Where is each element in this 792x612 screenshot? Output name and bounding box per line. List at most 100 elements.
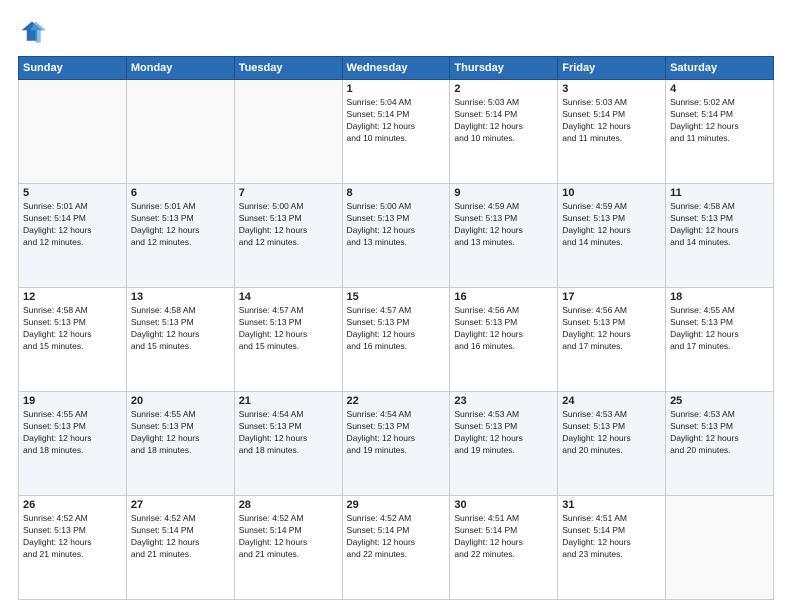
day-number: 16 bbox=[454, 291, 553, 303]
day-number: 13 bbox=[131, 291, 230, 303]
day-cell: 5 Sunrise: 5:01 AM Sunset: 5:14 PM Daylig… bbox=[19, 184, 127, 288]
day-cell: 15Sunrise: 4:57 AM Sunset: 5:13 PM Dayli… bbox=[342, 288, 450, 392]
day-info: Sunrise: 4:51 AM Sunset: 5:14 PM Dayligh… bbox=[562, 513, 661, 561]
day-info: Sunrise: 4:52 AM Sunset: 5:14 PM Dayligh… bbox=[347, 513, 446, 561]
day-number: 30 bbox=[454, 499, 553, 511]
day-cell: 25Sunrise: 4:53 AM Sunset: 5:13 PM Dayli… bbox=[666, 392, 774, 496]
day-info: Sunrise: 4:57 AM Sunset: 5:13 PM Dayligh… bbox=[347, 305, 446, 353]
day-number: 26 bbox=[23, 499, 122, 511]
day-number: 25 bbox=[670, 395, 769, 407]
header-tuesday: Tuesday bbox=[234, 57, 342, 80]
header bbox=[18, 18, 774, 46]
day-info: Sunrise: 4:58 AM Sunset: 5:13 PM Dayligh… bbox=[131, 305, 230, 353]
day-cell: 18 Sunrise: 4:55 AM Sunset: 5:13 PM Dayli… bbox=[666, 288, 774, 392]
day-cell: 30 Sunrise: 4:51 AM Sunset: 5:14 PM Dayli… bbox=[450, 496, 558, 600]
day-cell bbox=[126, 80, 234, 184]
day-cell: 8 Sunrise: 5:00 AM Sunset: 5:13 PM Daylig… bbox=[342, 184, 450, 288]
day-cell: 28Sunrise: 4:52 AM Sunset: 5:14 PM Dayli… bbox=[234, 496, 342, 600]
weekday-header-row: Sunday Monday Tuesday Wednesday Thursday… bbox=[19, 57, 774, 80]
day-cell: 13 Sunrise: 4:58 AM Sunset: 5:13 PM Dayli… bbox=[126, 288, 234, 392]
header-friday: Friday bbox=[558, 57, 666, 80]
day-info: Sunrise: 4:52 AM Sunset: 5:14 PM Dayligh… bbox=[239, 513, 338, 561]
day-cell: 2 Sunrise: 5:03 AM Sunset: 5:14 PM Daylig… bbox=[450, 80, 558, 184]
day-cell: 11 Sunrise: 4:58 AM Sunset: 5:13 PM Dayli… bbox=[666, 184, 774, 288]
day-cell: 29 Sunrise: 4:52 AM Sunset: 5:14 PM Dayli… bbox=[342, 496, 450, 600]
day-number: 18 bbox=[670, 291, 769, 303]
day-number: 6 bbox=[131, 187, 230, 199]
day-cell: 20Sunrise: 4:55 AM Sunset: 5:13 PM Dayli… bbox=[126, 392, 234, 496]
day-info: Sunrise: 4:53 AM Sunset: 5:13 PM Dayligh… bbox=[562, 409, 661, 457]
calendar: Sunday Monday Tuesday Wednesday Thursday… bbox=[18, 56, 774, 600]
day-cell: 6 Sunrise: 5:01 AM Sunset: 5:13 PM Daylig… bbox=[126, 184, 234, 288]
day-info: Sunrise: 4:58 AM Sunset: 5:13 PM Dayligh… bbox=[670, 201, 769, 249]
day-cell: 23Sunrise: 4:53 AM Sunset: 5:13 PM Dayli… bbox=[450, 392, 558, 496]
day-number: 31 bbox=[562, 499, 661, 511]
day-number: 10 bbox=[562, 187, 661, 199]
day-number: 8 bbox=[347, 187, 446, 199]
day-info: Sunrise: 5:00 AM Sunset: 5:13 PM Dayligh… bbox=[239, 201, 338, 249]
day-number: 14 bbox=[239, 291, 338, 303]
day-info: Sunrise: 4:55 AM Sunset: 5:13 PM Dayligh… bbox=[23, 409, 122, 457]
day-info: Sunrise: 4:52 AM Sunset: 5:13 PM Dayligh… bbox=[23, 513, 122, 561]
logo bbox=[18, 18, 50, 46]
day-info: Sunrise: 4:56 AM Sunset: 5:13 PM Dayligh… bbox=[562, 305, 661, 353]
week-row-5: 26 Sunrise: 4:52 AM Sunset: 5:13 PM Dayli… bbox=[19, 496, 774, 600]
day-cell: 27 Sunrise: 4:52 AM Sunset: 5:14 PM Dayli… bbox=[126, 496, 234, 600]
day-cell: 9 Sunrise: 4:59 AM Sunset: 5:13 PM Daylig… bbox=[450, 184, 558, 288]
header-wednesday: Wednesday bbox=[342, 57, 450, 80]
day-cell: 4 Sunrise: 5:02 AM Sunset: 5:14 PM Daylig… bbox=[666, 80, 774, 184]
day-number: 4 bbox=[670, 83, 769, 95]
day-info: Sunrise: 4:59 AM Sunset: 5:13 PM Dayligh… bbox=[454, 201, 553, 249]
week-row-1: 1 Sunrise: 5:04 AM Sunset: 5:14 PM Daylig… bbox=[19, 80, 774, 184]
day-info: Sunrise: 5:00 AM Sunset: 5:13 PM Dayligh… bbox=[347, 201, 446, 249]
day-number: 12 bbox=[23, 291, 122, 303]
day-cell: 26 Sunrise: 4:52 AM Sunset: 5:13 PM Dayli… bbox=[19, 496, 127, 600]
day-info: Sunrise: 4:53 AM Sunset: 5:13 PM Dayligh… bbox=[454, 409, 553, 457]
day-number: 29 bbox=[347, 499, 446, 511]
day-info: Sunrise: 4:55 AM Sunset: 5:13 PM Dayligh… bbox=[670, 305, 769, 353]
header-saturday: Saturday bbox=[666, 57, 774, 80]
day-number: 27 bbox=[131, 499, 230, 511]
day-cell: 31 Sunrise: 4:51 AM Sunset: 5:14 PM Dayli… bbox=[558, 496, 666, 600]
day-info: Sunrise: 4:57 AM Sunset: 5:13 PM Dayligh… bbox=[239, 305, 338, 353]
day-info: Sunrise: 5:03 AM Sunset: 5:14 PM Dayligh… bbox=[454, 97, 553, 145]
day-number: 11 bbox=[670, 187, 769, 199]
day-number: 7 bbox=[239, 187, 338, 199]
day-number: 5 bbox=[23, 187, 122, 199]
day-number: 17 bbox=[562, 291, 661, 303]
day-info: Sunrise: 4:56 AM Sunset: 5:13 PM Dayligh… bbox=[454, 305, 553, 353]
day-number: 24 bbox=[562, 395, 661, 407]
day-cell: 21 Sunrise: 4:54 AM Sunset: 5:13 PM Dayli… bbox=[234, 392, 342, 496]
page: Sunday Monday Tuesday Wednesday Thursday… bbox=[0, 0, 792, 612]
day-number: 3 bbox=[562, 83, 661, 95]
day-cell bbox=[234, 80, 342, 184]
day-cell: 17 Sunrise: 4:56 AM Sunset: 5:13 PM Dayli… bbox=[558, 288, 666, 392]
day-info: Sunrise: 5:01 AM Sunset: 5:13 PM Dayligh… bbox=[131, 201, 230, 249]
day-info: Sunrise: 5:04 AM Sunset: 5:14 PM Dayligh… bbox=[347, 97, 446, 145]
day-cell: 19Sunrise: 4:55 AM Sunset: 5:13 PM Dayli… bbox=[19, 392, 127, 496]
day-info: Sunrise: 5:01 AM Sunset: 5:14 PM Dayligh… bbox=[23, 201, 122, 249]
day-info: Sunrise: 4:58 AM Sunset: 5:13 PM Dayligh… bbox=[23, 305, 122, 353]
day-number: 9 bbox=[454, 187, 553, 199]
day-info: Sunrise: 4:59 AM Sunset: 5:13 PM Dayligh… bbox=[562, 201, 661, 249]
day-info: Sunrise: 4:51 AM Sunset: 5:14 PM Dayligh… bbox=[454, 513, 553, 561]
day-info: Sunrise: 5:02 AM Sunset: 5:14 PM Dayligh… bbox=[670, 97, 769, 145]
day-cell: 24 Sunrise: 4:53 AM Sunset: 5:13 PM Dayli… bbox=[558, 392, 666, 496]
day-cell: 3 Sunrise: 5:03 AM Sunset: 5:14 PM Daylig… bbox=[558, 80, 666, 184]
day-info: Sunrise: 4:52 AM Sunset: 5:14 PM Dayligh… bbox=[131, 513, 230, 561]
day-info: Sunrise: 4:54 AM Sunset: 5:13 PM Dayligh… bbox=[239, 409, 338, 457]
day-number: 20 bbox=[131, 395, 230, 407]
day-cell: 7 Sunrise: 5:00 AM Sunset: 5:13 PM Daylig… bbox=[234, 184, 342, 288]
day-cell: 22Sunrise: 4:54 AM Sunset: 5:13 PM Dayli… bbox=[342, 392, 450, 496]
logo-icon bbox=[18, 18, 46, 46]
day-cell: 16 Sunrise: 4:56 AM Sunset: 5:13 PM Dayli… bbox=[450, 288, 558, 392]
day-info: Sunrise: 5:03 AM Sunset: 5:14 PM Dayligh… bbox=[562, 97, 661, 145]
day-number: 2 bbox=[454, 83, 553, 95]
day-cell: 14 Sunrise: 4:57 AM Sunset: 5:13 PM Dayli… bbox=[234, 288, 342, 392]
day-cell bbox=[19, 80, 127, 184]
day-number: 1 bbox=[347, 83, 446, 95]
header-thursday: Thursday bbox=[450, 57, 558, 80]
header-sunday: Sunday bbox=[19, 57, 127, 80]
day-number: 21 bbox=[239, 395, 338, 407]
day-cell bbox=[666, 496, 774, 600]
